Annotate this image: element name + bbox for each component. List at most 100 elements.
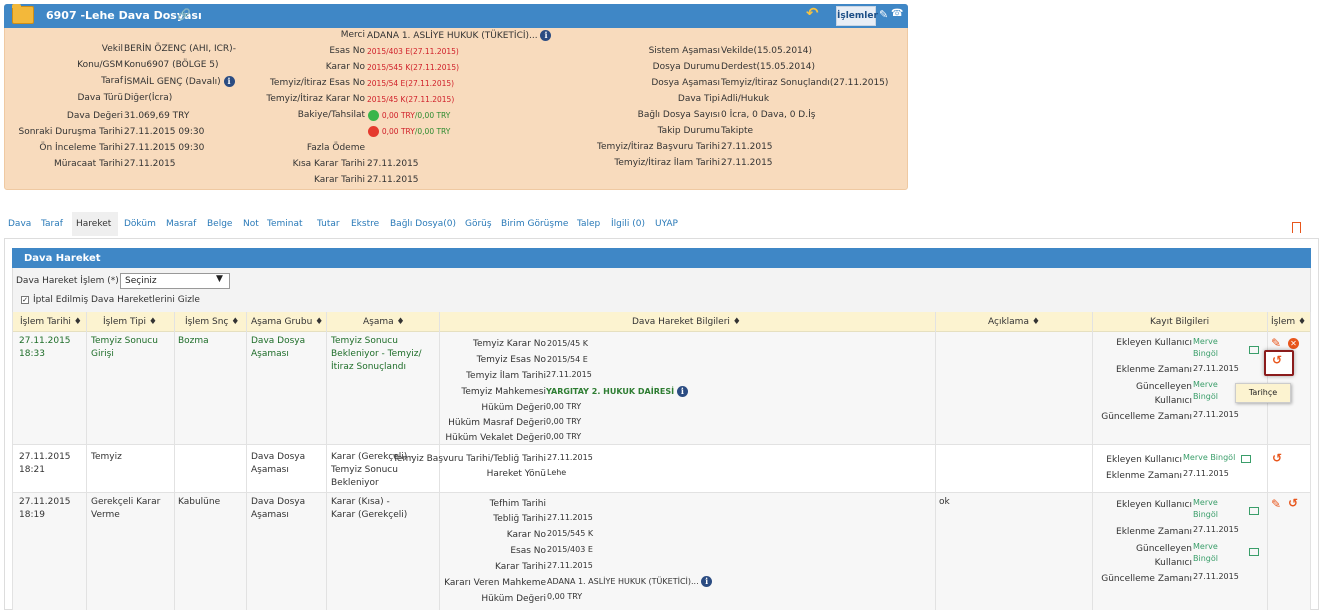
row1-tarih: 27.11.2015 18:33 [19,335,71,361]
mail-icon[interactable] [1249,346,1259,354]
row3-grup: Dava Dosya Aşaması [251,497,306,520]
eklenme-label: Eklenme Zamanı [1116,527,1192,537]
col-islem-tipi[interactable]: İşlem Tipi ♦ [103,317,157,327]
detail-value: ADANA 1. ASLİYE HUKUK (TÜKETİCİ)... i [547,576,713,587]
guncelleme-label: Güncelleme Zamanı [1101,412,1192,422]
detail-label: Temyiz Başvuru Tarihi/Tebliğ Tarihi [392,454,546,464]
back-arrow-icon[interactable]: ↶ [806,4,819,22]
arrow-up-icon [368,110,379,121]
guncelleyen-user[interactable]: Merve Bingöl [1193,379,1223,403]
guncelleyen-user[interactable]: Merve Bingöl [1193,541,1223,565]
tab-hareket[interactable]: Hareket [76,219,111,229]
dava-tipi-value: Adli/Hukuk [721,94,770,104]
basvuru-tarihi-value: 27.11.2015 [721,142,773,152]
mail-icon[interactable] [1241,455,1251,463]
row1-snc: Bozma [178,336,209,346]
temyiz-karar-value: 2015/45 K(27.11.2015) [367,95,455,104]
col-label: Aşama Grubu [251,317,313,327]
ekleyen-user[interactable]: Merve Bingöl [1183,452,1235,464]
row-divider [12,492,1311,493]
folder-tab [12,4,21,8]
dosya-durumu-label: Dosya Durumu [652,62,720,72]
col-aciklama[interactable]: Açıklama ♦ [988,317,1040,327]
esas-value: 2015/403 E(27.11.2015) [367,47,459,56]
cancel-icon[interactable]: ✕ [1288,338,1299,349]
tab-not[interactable]: Not [243,219,259,229]
col-label: İşlem Snç [185,317,229,327]
history-icon[interactable]: ↺ [1288,496,1298,510]
taraf-name: İSMAİL GENÇ (Davalı) [124,77,221,87]
tab-dava[interactable]: Dava [8,219,31,229]
sonraki-durusma-label: Sonraki Duruşma Tarihi [18,127,123,137]
detail-label: Karar No [506,530,546,540]
edit-icon[interactable]: ✎ [879,8,888,21]
hide-cancelled-checkbox[interactable]: ✓ [21,296,29,304]
row1-asama: Temyiz Sonucu Bekleniyor - Temyiz/İtiraz… [331,336,422,372]
karar-tarihi-value: 27.11.2015 [367,175,419,185]
info-icon[interactable]: i [223,76,235,87]
detail-value: 27.11.2015 [547,513,593,522]
tab-talep[interactable]: Talep [577,219,600,229]
on-inceleme-value: 27.11.2015 09:30 [124,143,205,153]
esas-label: Esas No [329,46,365,56]
mail-icon[interactable] [1249,548,1259,556]
col-islem-tarihi[interactable]: İşlem Tarihi ♦ [20,317,82,327]
tab-dokum[interactable]: Döküm [124,219,156,229]
detail-label: Kararı Veren Mahkeme [444,578,546,588]
tab-taraf[interactable]: Taraf [41,219,63,229]
phone-icon[interactable]: ☎ [891,8,903,19]
vekil-value: BERİN ÖZENÇ (AHI, ICR)- [124,44,236,54]
history-icon[interactable]: ↺ [1272,353,1282,367]
folder-icon [12,6,34,24]
bookmark-icon[interactable] [1292,222,1301,233]
islemler-button[interactable]: İşlemler [836,6,878,26]
tab-uyap[interactable]: UYAP [655,219,678,229]
mail-icon[interactable] [1249,507,1259,515]
bakiye-down-amount: 0,00 TRY [381,127,415,136]
sistem-asamasi-label: Sistem Aşaması [648,46,720,56]
date-text: 27.11.2015 [19,336,71,346]
col-asama[interactable]: Aşama ♦ [363,317,405,327]
tab-gorus[interactable]: Görüş [465,219,492,229]
col-label: Aşama [363,317,394,327]
row3-tarih: 27.11.2015 18:19 [19,496,71,522]
islem-label: Dava Hareket İşlem (*) [16,276,119,286]
pencil-icon[interactable]: ✎ [1271,336,1281,350]
pencil-icon[interactable]: ✎ [1271,497,1281,511]
muracaat-value: 27.11.2015 [124,159,176,169]
bakiye-down-amount2: 0,00 TRY [417,127,451,136]
ilam-tarihi-label: Temyiz/İtiraz İlam Tarihi [614,158,720,168]
link-icon[interactable]: 🔗 [177,8,191,21]
tab-tutar[interactable]: Tutar [317,219,340,229]
history-icon[interactable]: ↺ [1272,451,1282,465]
col-islem[interactable]: İşlem ♦ [1271,317,1306,327]
tab-belge[interactable]: Belge [207,219,232,229]
info-icon[interactable]: i [676,386,688,397]
tab-birim-gorusme[interactable]: Birim Görüşme [501,219,568,229]
tab-ilgili[interactable]: İlgili (0) [611,219,645,229]
section-title: Dava Hareket [24,253,101,264]
vekil-label: Vekil [101,44,123,54]
tab-bagli-dosya[interactable]: Bağlı Dosya(0) [390,219,456,229]
info-icon[interactable]: i [701,576,713,587]
basvuru-tarihi-label: Temyiz/İtiraz Başvuru Tarihi [597,142,720,152]
ekleyen-user[interactable]: Merve Bingöl [1193,336,1223,360]
islem-select[interactable]: Seçiniz [120,273,230,289]
col-islem-snc[interactable]: İşlem Snç ♦ [185,317,239,327]
karar-tarihi-label: Karar Tarihi [314,175,365,185]
col-hareket-bilgileri[interactable]: Dava Hareket Bilgileri ♦ [632,317,741,327]
detail-value: 0,00 TRY [546,432,582,441]
tab-teminat[interactable]: Teminat [267,219,303,229]
col-divider [246,312,247,610]
konu-value: Konu6907 (BÖLGE 5) [124,60,219,70]
col-asama-grubu[interactable]: Aşama Grubu ♦ [251,317,323,327]
detail-value: 2015/54 E [547,355,588,364]
tab-masraf[interactable]: Masraf [166,219,196,229]
ekleyen-user[interactable]: Merve Bingöl [1193,497,1223,521]
info-icon[interactable]: i [540,30,552,41]
detail-label: Temyiz Mahkemesi [461,387,546,397]
mahkeme-text: ADANA 1. ASLİYE HUKUK (TÜKETİCİ)... [547,577,699,586]
kisa-karar-label: Kısa Karar Tarihi [292,159,365,169]
sonraki-durusma-value: 27.11.2015 09:30 [124,127,205,137]
tab-ekstre[interactable]: Ekstre [351,219,379,229]
